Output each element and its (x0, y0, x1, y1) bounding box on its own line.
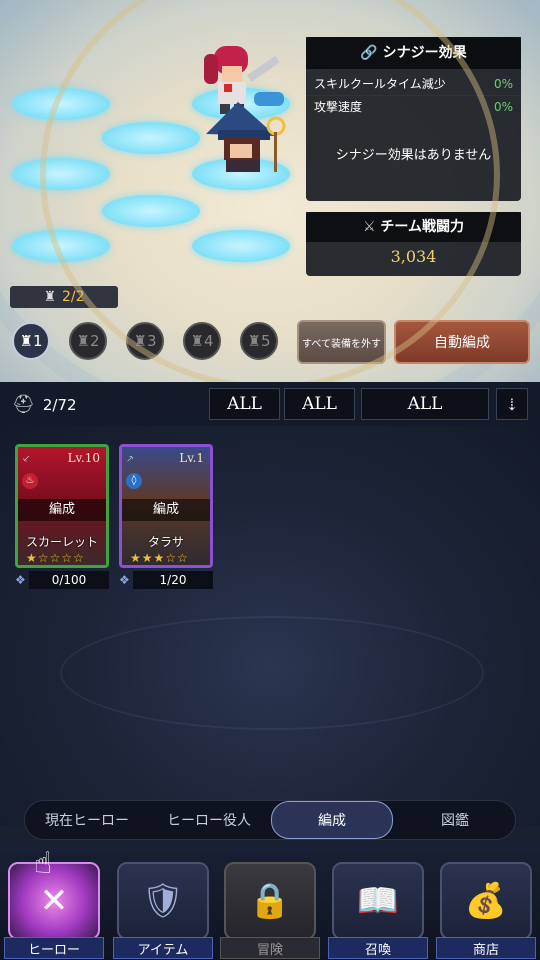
synergy-label: 攻撃速度 (314, 100, 363, 114)
class-icon: ⸔ (22, 452, 31, 465)
treasure-chest-icon: 💰 (464, 881, 508, 921)
synergy-empty-text: シナジー効果はありません (335, 148, 492, 163)
summon-book-icon: 📖 (356, 881, 400, 921)
crossed-swords-icon: ✕ (39, 881, 69, 921)
nav-summon-button[interactable]: 📖 (332, 862, 424, 940)
thalassa-sprite[interactable] (198, 80, 298, 180)
nav-hero-button[interactable]: ✕ (8, 862, 100, 940)
tab-hero-officials[interactable]: ヒーロー役人 (149, 801, 269, 839)
nav-adventure-button[interactable]: 🔒 (224, 862, 316, 940)
hero-shard-count: 1/20 (133, 571, 213, 589)
water-element-icon: ◊ (126, 473, 142, 489)
soul-stone-icon: ❖ (119, 573, 130, 587)
rook-icon: ♜ (19, 332, 33, 350)
formation-arena: 🔗 シナジー効果 スキルクールタイム減少 0% 攻撃速度 0% シナジー効果はあ… (0, 0, 540, 382)
hero-shard-count: 0/100 (29, 571, 109, 589)
team-power-panel: ⚔ チーム戦闘力 3,034 (306, 212, 521, 276)
tab-current-heroes[interactable]: 現在ヒーロー (29, 801, 145, 839)
party-count-badge: ♜ 2/2 (10, 286, 118, 308)
hero-name: スカーレット (25, 535, 98, 549)
tab-formation[interactable]: 編成 (271, 801, 393, 839)
fire-element-icon: ♨ (22, 473, 38, 489)
nav-item-label[interactable]: アイテム (113, 937, 213, 959)
sort-desc-icon[interactable]: ⇣ (496, 388, 528, 420)
formation-tile[interactable] (12, 88, 110, 120)
synergy-label: スキルクールタイム減少 (314, 77, 446, 91)
synergy-title: シナジー効果 (382, 45, 467, 61)
team-power-value: 3,034 (390, 247, 437, 266)
formation-tile[interactable] (192, 158, 290, 190)
hero-name: タラサ (147, 535, 184, 549)
platform-decoration (60, 616, 484, 730)
formation-tile[interactable] (192, 230, 290, 262)
helmet-icon: ⛑ (12, 394, 35, 415)
party-count: 2/2 (62, 289, 85, 305)
sword-shield-icon: 🛡 (141, 881, 185, 921)
formation-tile[interactable] (192, 88, 290, 120)
scarlet-sprite[interactable] (196, 40, 292, 180)
hero-stars: ★★★☆☆ (130, 551, 189, 565)
nav-shop-label[interactable]: 商店 (436, 937, 536, 959)
slot-number: 3 (146, 332, 157, 350)
nav-shop-button[interactable]: 💰 (440, 862, 532, 940)
synergy-value: 0% (493, 77, 513, 91)
formation-slot-5[interactable]: ♜ 5 (240, 322, 278, 360)
slot-number: 2 (89, 332, 100, 350)
formation-slot-2[interactable]: ♜ 2 (69, 322, 107, 360)
filter-dropdown-3[interactable]: ALL (361, 388, 489, 420)
formation-tile[interactable] (102, 195, 200, 227)
synergy-value: 0% (493, 100, 513, 114)
lock-icon: 🔒 (248, 881, 292, 921)
rook-icon: ♜ (76, 332, 90, 350)
nav-summon-label[interactable]: 召喚 (328, 937, 428, 959)
pointer-hand-icon: ☝ (34, 846, 53, 881)
slot-number: 4 (203, 332, 214, 350)
formation-slot-1[interactable]: ♜ 1 (12, 322, 50, 360)
hero-card[interactable]: ⸕ ◊ Lv.1 編成 タラサ ★★★☆☆ (119, 444, 213, 568)
formation-tile[interactable] (102, 122, 200, 154)
hero-count-value: 2/72 (42, 395, 77, 414)
rook-icon: ♜ (43, 289, 57, 305)
team-power-title: チーム戦闘力 (380, 219, 465, 235)
synergy-row: 攻撃速度 0% (306, 95, 521, 118)
unequip-all-button[interactable]: すべて装備を外す (297, 320, 386, 364)
hero-level: Lv.10 (67, 451, 100, 465)
formation-tile[interactable] (12, 230, 110, 262)
team-power-header: ⚔ チーム戦闘力 (306, 212, 521, 242)
auto-form-button[interactable]: 自動編成 (394, 320, 530, 364)
nav-adventure-label[interactable]: 冒険 (220, 937, 320, 959)
hero-stars: ★☆☆☆☆ (26, 551, 85, 565)
formation-slot-3[interactable]: ♜ 3 (126, 322, 164, 360)
hero-count: ⛑ 2/72 (12, 394, 77, 415)
class-icon: ⸕ (126, 452, 135, 465)
slot-number: 5 (260, 332, 271, 350)
link-icon: 🔗 (360, 45, 378, 61)
hero-action-label: 編成 (122, 499, 210, 521)
tab-encyclopedia[interactable]: 図鑑 (397, 801, 513, 839)
nav-hero-label[interactable]: ヒーロー (4, 937, 104, 959)
hero-tabs: 現在ヒーロー ヒーロー役人 編成 図鑑 (24, 800, 516, 840)
nav-item-button[interactable]: 🛡 (117, 862, 209, 940)
hero-action-label: 編成 (18, 499, 106, 521)
soul-stone-icon: ❖ (15, 573, 26, 587)
hero-card[interactable]: ⸔ ♨ Lv.10 編成 スカーレット ★☆☆☆☆ (15, 444, 109, 568)
filter-dropdown-2[interactable]: ALL (284, 388, 355, 420)
hero-level: Lv.1 (179, 451, 204, 465)
synergy-header: 🔗 シナジー効果 (306, 37, 521, 69)
rook-icon: ♜ (133, 332, 147, 350)
synergy-row: スキルクールタイム減少 0% (306, 73, 521, 95)
rook-icon: ♜ (247, 332, 261, 350)
formation-slot-4[interactable]: ♜ 4 (183, 322, 221, 360)
filter-dropdown-1[interactable]: ALL (209, 388, 280, 420)
formation-tile[interactable] (12, 158, 110, 190)
rook-icon: ♜ (190, 332, 204, 350)
slot-number: 1 (32, 332, 43, 350)
swords-icon: ⚔ (362, 219, 376, 235)
synergy-panel: 🔗 シナジー効果 スキルクールタイム減少 0% 攻撃速度 0% シナジー効果はあ… (306, 37, 521, 201)
